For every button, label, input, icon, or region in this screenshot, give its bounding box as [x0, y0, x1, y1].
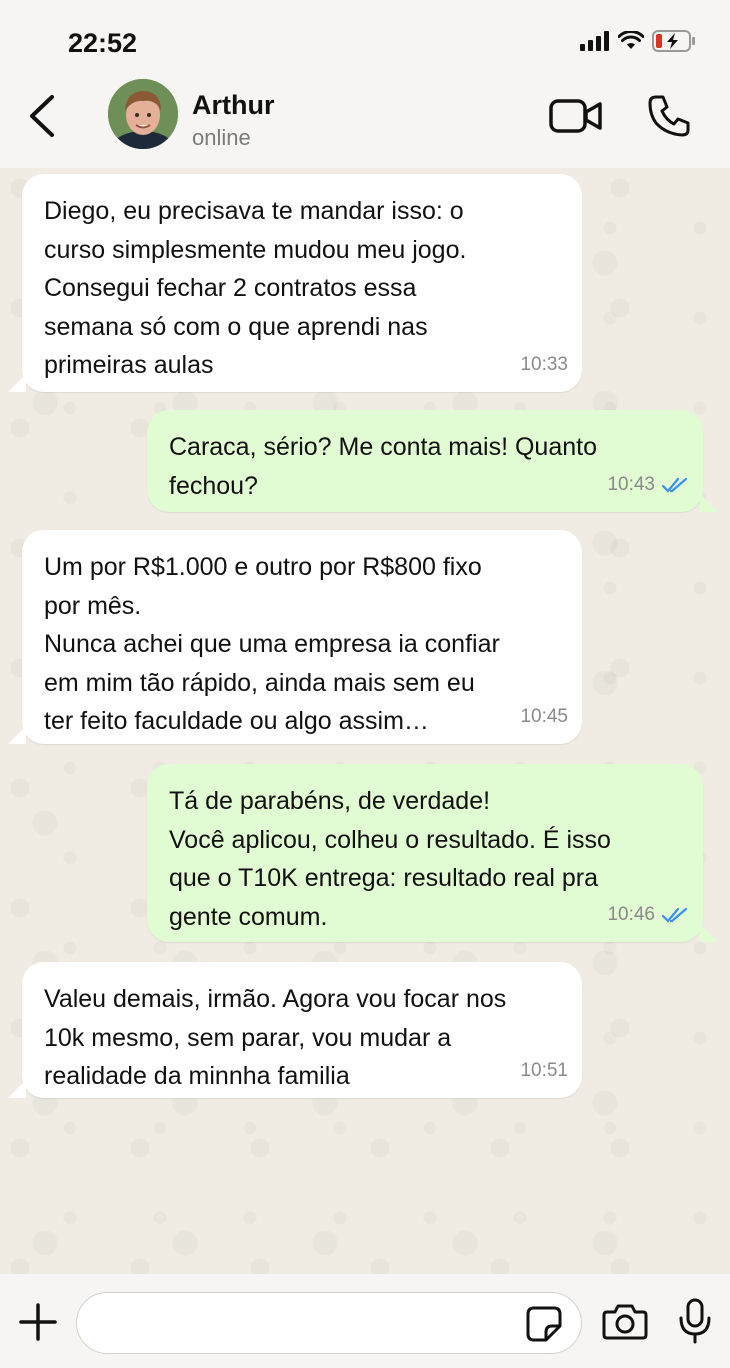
contact-name[interactable]: Arthur — [192, 90, 275, 121]
message-time: 10:45 — [520, 705, 568, 727]
back-icon — [30, 95, 54, 137]
sticker-icon — [526, 1306, 562, 1342]
message-meta: 10:46 — [607, 896, 689, 935]
message-bubble-outgoing[interactable]: Caraca, sério? Me conta mais! Quanto fec… — [147, 410, 703, 512]
message-bubble-incoming[interactable]: Valeu demais, irmão. Agora vou focar nos… — [22, 962, 582, 1098]
message-text: Um por R$1.000 e outro por R$800 fixo po… — [44, 553, 500, 735]
video-call-icon — [549, 99, 602, 133]
message-text: Tá de parabéns, de verdade! Você aplicou… — [169, 787, 611, 931]
message-time: 10:46 — [607, 903, 655, 925]
bubble-tail — [700, 494, 718, 512]
voice-call-button[interactable] — [646, 93, 692, 139]
double-check-icon — [661, 477, 688, 493]
wifi-icon — [618, 31, 644, 49]
input-bar — [0, 1274, 730, 1368]
bubble-tail — [8, 726, 26, 744]
message-time: 10:51 — [520, 1059, 568, 1081]
message-input[interactable] — [76, 1292, 582, 1354]
microphone-button[interactable] — [678, 1298, 712, 1344]
status-bar: 22:52 — [0, 0, 730, 78]
message-text: Caraca, sério? Me conta mais! Quanto fec… — [169, 433, 597, 500]
contact-status: online — [192, 125, 251, 150]
video-call-button[interactable] — [548, 96, 604, 136]
sticker-button[interactable] — [524, 1304, 564, 1344]
bubble-tail — [8, 1080, 26, 1098]
status-icons — [580, 30, 696, 52]
message-bubble-outgoing[interactable]: Tá de parabéns, de verdade! Você aplicou… — [147, 764, 703, 942]
camera-button[interactable] — [602, 1302, 648, 1342]
attach-button[interactable] — [18, 1302, 58, 1342]
phone-icon — [648, 95, 690, 137]
message-text: Diego, eu precisava te mandar isso: o cu… — [44, 197, 467, 379]
message-meta: 10:51 — [520, 1052, 568, 1091]
message-meta: 10:43 — [607, 466, 689, 505]
message-time: 10:33 — [520, 353, 568, 375]
battery-icon — [652, 30, 695, 52]
chat-header: Arthur online — [0, 78, 730, 169]
avatar[interactable] — [108, 79, 178, 149]
message-bubble-incoming[interactable]: Diego, eu precisava te mandar isso: o cu… — [22, 174, 582, 392]
plus-icon — [19, 1303, 57, 1341]
message-bubble-incoming[interactable]: Um por R$1.000 e outro por R$800 fixo po… — [22, 530, 582, 744]
back-button[interactable] — [24, 94, 64, 138]
message-text: Valeu demais, irmão. Agora vou focar nos… — [44, 985, 507, 1090]
avatar-image — [108, 79, 178, 149]
message-meta: 10:33 — [520, 346, 568, 385]
message-time: 10:43 — [607, 473, 655, 495]
bubble-tail — [8, 374, 26, 392]
message-meta: 10:45 — [520, 698, 568, 737]
chat-area[interactable]: Diego, eu precisava te mandar isso: o cu… — [0, 168, 730, 1274]
double-check-icon — [661, 907, 688, 923]
bubble-tail — [700, 924, 718, 942]
signal-icon — [580, 31, 609, 51]
microphone-icon — [679, 1298, 711, 1344]
camera-icon — [602, 1304, 648, 1340]
status-time: 22:52 — [68, 28, 138, 58]
